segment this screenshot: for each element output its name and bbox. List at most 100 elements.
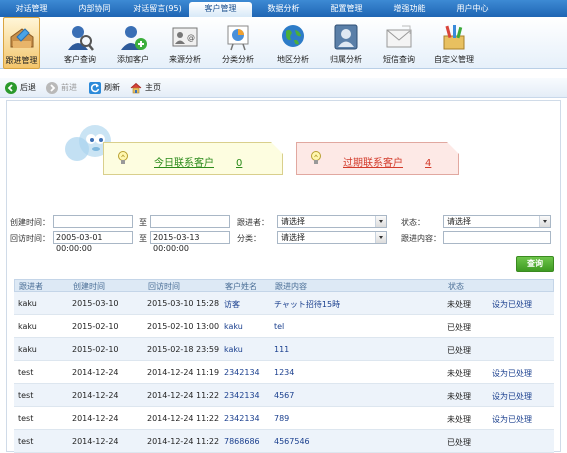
top-navigation: 对话管理 内部协同 对话留言(95) 客户管理 数据分析 配置管理 增强功能 用户中心	[0, 0, 567, 17]
content-input[interactable]	[443, 231, 551, 244]
nav-tab[interactable]: 用户中心	[441, 0, 504, 17]
add-customer-icon	[118, 22, 148, 52]
toolbar-sms-query[interactable]: 短信查询	[379, 17, 419, 69]
table-row: test 2014-12-24 2014-12-24 11:22 7868686 456…	[14, 430, 554, 453]
nav-tab[interactable]: 数据分析	[252, 0, 315, 17]
category-analysis-icon	[223, 22, 253, 52]
home-button[interactable]: 主页	[130, 81, 161, 95]
cell-name: 2342134	[224, 414, 260, 423]
cell-content: 789	[274, 414, 290, 423]
chevron-down-icon	[375, 232, 386, 243]
to-label: 至	[139, 218, 147, 227]
nav-tab[interactable]: 客户管理	[189, 2, 252, 17]
toolbar-follow-up[interactable]: 跟进管理	[3, 17, 40, 69]
back-arrow-icon	[5, 81, 17, 94]
browser-navbar: 后退 前进 刷新 主页	[0, 78, 567, 98]
follow-up-panel: 今日联系客户 0 过期联系客户 4 创建时间： 至 跟进者： 请选择 状态： 请选择…	[6, 100, 561, 453]
table-row: test 2014-12-24 2014-12-24 11:19 2342134 123…	[14, 361, 554, 384]
table-row: test 2014-12-24 2014-12-24 11:22 2342134 456…	[14, 384, 554, 407]
follower-select[interactable]: 请选择	[277, 215, 387, 228]
back-label: 后退	[20, 83, 36, 92]
toolbar-label: 分类分析	[222, 55, 254, 64]
toolbar-label: 跟进管理	[5, 56, 38, 65]
cell-status: 未处理	[447, 392, 471, 401]
module-toolbar: 跟进管理 客户查询 添加客户 @ 来源分析 分类分析 地区分析 归属分析 短信查…	[0, 17, 567, 69]
category-select-value: 请选择	[281, 233, 305, 242]
cell-follower: kaku	[18, 322, 37, 331]
follower-select-value: 请选择	[281, 217, 305, 226]
toolbar-category-analysis[interactable]: 分类分析	[218, 17, 258, 69]
cell-callback: 2015-02-18 23:59	[147, 345, 220, 354]
lightbulb-icon	[311, 151, 321, 164]
toolbar-label: 添加客户	[117, 55, 149, 64]
forward-label: 前进	[61, 83, 77, 92]
toolbar-customer-search[interactable]: 客户查询	[58, 17, 102, 69]
chevron-down-icon	[539, 216, 550, 227]
today-contacts-label: 今日联系客户	[154, 158, 214, 169]
cell-name: 2342134	[224, 368, 260, 377]
cell-content: 1234	[274, 368, 295, 377]
home-label: 主页	[145, 83, 161, 92]
to-label: 至	[139, 234, 147, 243]
created-to-input[interactable]	[150, 215, 230, 228]
cell-status: 已处理	[447, 438, 471, 447]
cell-status: 未处理	[447, 369, 471, 378]
toolbar-custom-management[interactable]: 自定义管理	[430, 17, 478, 69]
toolbar-owner-analysis[interactable]: 归属分析	[326, 17, 366, 69]
source-analysis-icon: @	[170, 22, 200, 52]
cell-created: 2015-02-10	[72, 345, 119, 354]
cell-status: 已处理	[447, 323, 471, 332]
cell-created: 2014-12-24	[72, 391, 119, 400]
lightbulb-icon	[118, 151, 128, 164]
created-time-label: 创建时间：	[10, 218, 50, 227]
toolbar-region-analysis[interactable]: 地区分析	[273, 17, 313, 69]
cell-content: 111	[274, 345, 290, 354]
home-icon	[130, 82, 142, 94]
nav-tab[interactable]: 对话管理	[0, 0, 63, 17]
today-contacts-link[interactable]: 今日联系客户 0	[154, 154, 242, 169]
toolbar-label: 自定义管理	[434, 55, 474, 64]
cell-callback: 2014-12-24 11:19	[147, 368, 220, 377]
sms-query-icon	[384, 22, 414, 52]
category-select[interactable]: 请选择	[277, 231, 387, 244]
mark-processed-link[interactable]: 设为已处理	[492, 391, 532, 402]
back-button[interactable]: 后退	[5, 81, 36, 95]
created-from-input[interactable]	[53, 215, 133, 228]
mark-processed-link[interactable]: 设为已处理	[492, 299, 532, 310]
owner-analysis-icon	[331, 22, 361, 52]
callback-from-input[interactable]: 2005-03-01 00:00:00	[53, 231, 133, 253]
overdue-contacts-link[interactable]: 过期联系客户 4	[343, 154, 431, 169]
refresh-button[interactable]: 刷新	[89, 81, 120, 95]
nav-tab[interactable]: 内部协同	[63, 0, 126, 17]
nav-tab[interactable]: 对话留言(95)	[126, 0, 189, 17]
card-fold	[447, 142, 459, 154]
cell-status: 已处理	[447, 346, 471, 355]
cell-name: kaku	[224, 322, 243, 331]
region-analysis-icon	[278, 22, 308, 52]
status-select[interactable]: 请选择	[443, 215, 551, 228]
toolbar-source-analysis[interactable]: @ 来源分析	[166, 17, 204, 69]
query-button[interactable]: 查询	[516, 256, 554, 272]
follow-up-table: 跟进者 创建时间 回访时间 客户姓名 跟进内容 状态 kaku 2015-03-1…	[14, 279, 554, 453]
cell-status: 未处理	[447, 300, 471, 309]
overdue-contacts-count: 4	[425, 158, 432, 169]
callback-to-input[interactable]: 2015-03-13 00:00:00	[150, 231, 230, 253]
status-label: 状态：	[401, 218, 425, 227]
mark-processed-link[interactable]: 设为已处理	[492, 414, 532, 425]
category-label: 分类：	[237, 234, 261, 243]
cell-callback: 2014-12-24 11:22	[147, 414, 220, 423]
column-header: 客户姓名	[225, 282, 257, 291]
cell-content: 4567546	[274, 437, 310, 446]
column-header: 状态	[448, 282, 464, 291]
mark-processed-link[interactable]: 设为已处理	[492, 368, 532, 379]
overdue-contacts-card[interactable]: 过期联系客户 4	[296, 142, 459, 175]
column-header: 跟进内容	[275, 282, 307, 291]
forward-button[interactable]: 前进	[46, 81, 77, 95]
table-row: test 2014-12-24 2014-12-24 11:22 2342134 789…	[14, 407, 554, 430]
cell-name: kaku	[224, 345, 243, 354]
toolbar-add-customer[interactable]: 添加客户	[113, 17, 153, 69]
nav-tab[interactable]: 配置管理	[315, 0, 378, 17]
today-contacts-card[interactable]: 今日联系客户 0	[103, 142, 283, 175]
nav-tab[interactable]: 增强功能	[378, 0, 441, 17]
cell-created: 2015-02-10	[72, 322, 119, 331]
